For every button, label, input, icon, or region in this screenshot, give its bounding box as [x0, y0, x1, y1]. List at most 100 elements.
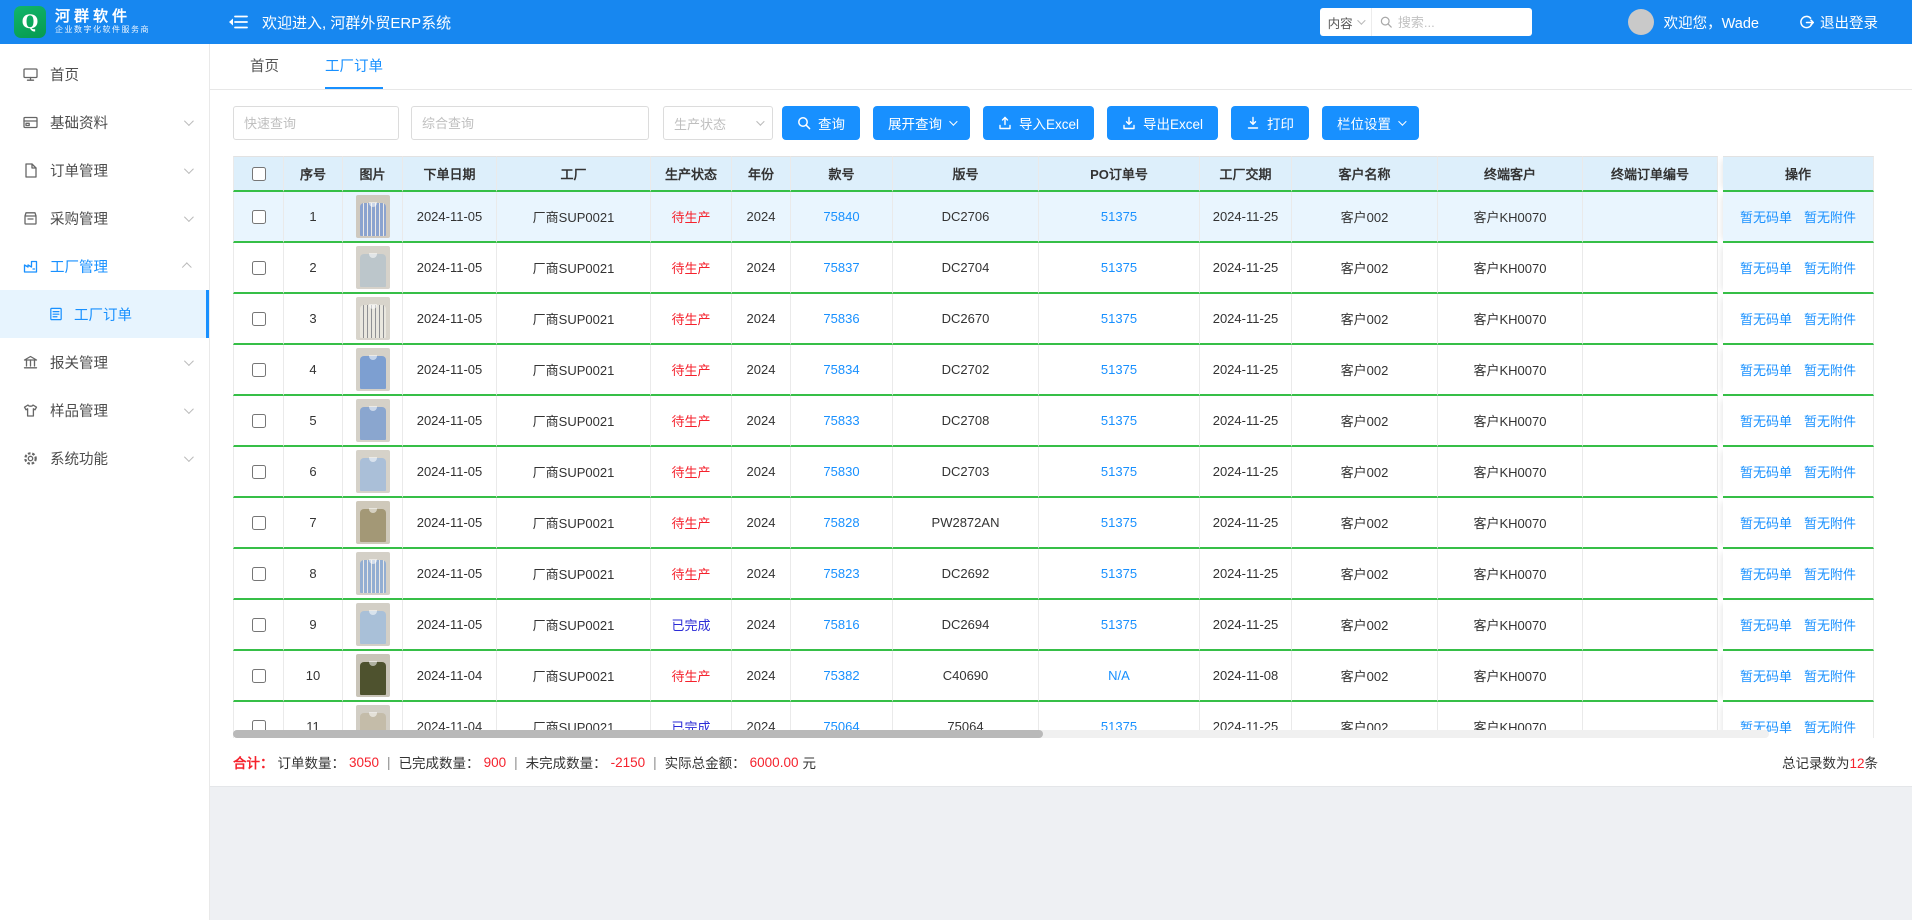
row-checkbox[interactable] — [252, 618, 266, 632]
garment-photo[interactable] — [356, 603, 390, 646]
select-all-checkbox[interactable] — [252, 167, 266, 181]
no-weight-sheet-link[interactable]: 暂无码单 — [1740, 462, 1792, 481]
row-checkbox[interactable] — [252, 363, 266, 377]
tab-home[interactable]: 首页 — [250, 44, 279, 89]
po-no-link[interactable]: 51375 — [1039, 549, 1200, 600]
style-no-link[interactable]: 75828 — [791, 498, 893, 549]
menu-fold-icon[interactable] — [228, 14, 248, 30]
no-attachment-link[interactable]: 暂无附件 — [1804, 615, 1856, 634]
sidebar-item-order-mgmt[interactable]: 订单管理 — [0, 146, 209, 194]
no-attachment-link[interactable]: 暂无附件 — [1804, 411, 1856, 430]
sidebar-item-home[interactable]: 首页 — [0, 50, 209, 98]
row-checkbox[interactable] — [252, 669, 266, 683]
no-attachment-link[interactable]: 暂无附件 — [1804, 513, 1856, 532]
combined-search-input[interactable] — [411, 106, 649, 140]
style-no-link[interactable]: 75833 — [791, 396, 893, 447]
production-status-select[interactable]: 生产状态 — [663, 106, 773, 140]
no-attachment-link[interactable]: 暂无附件 — [1804, 717, 1856, 736]
po-no-link[interactable]: 51375 — [1039, 600, 1200, 651]
no-attachment-link[interactable]: 暂无附件 — [1804, 666, 1856, 685]
garment-photo[interactable] — [356, 297, 390, 340]
po-no-link[interactable]: 51375 — [1039, 243, 1200, 294]
no-weight-sheet-link[interactable]: 暂无码单 — [1740, 564, 1792, 583]
sidebar-item-purchase-mgmt[interactable]: 采购管理 — [0, 194, 209, 242]
sidebar-item-system-functions[interactable]: 系统功能 — [0, 434, 209, 482]
cell-image[interactable] — [343, 192, 403, 243]
table-row[interactable]: 3 2024-11-05 厂商SUP0021 待生产 2024 75836 DC… — [233, 294, 1879, 345]
cell-image[interactable] — [343, 549, 403, 600]
export-excel-button[interactable]: 导出Excel — [1107, 106, 1218, 140]
po-no-link[interactable]: 51375 — [1039, 396, 1200, 447]
table-row[interactable]: 9 2024-11-05 厂商SUP0021 已完成 2024 75816 DC… — [233, 600, 1879, 651]
row-checkbox[interactable] — [252, 312, 266, 326]
cell-image[interactable] — [343, 447, 403, 498]
quick-search-input[interactable] — [233, 106, 399, 140]
no-weight-sheet-link[interactable]: 暂无码单 — [1740, 360, 1792, 379]
style-no-link[interactable]: 75836 — [791, 294, 893, 345]
table-row[interactable]: 7 2024-11-05 厂商SUP0021 待生产 2024 75828 PW… — [233, 498, 1879, 549]
row-checkbox[interactable] — [252, 414, 266, 428]
sidebar-item-factory-mgmt[interactable]: 工厂管理 — [0, 242, 209, 290]
expand-query-button[interactable]: 展开查询 — [873, 106, 970, 140]
no-weight-sheet-link[interactable]: 暂无码单 — [1740, 207, 1792, 226]
no-attachment-link[interactable]: 暂无附件 — [1804, 207, 1856, 226]
cell-image[interactable] — [343, 396, 403, 447]
po-no-link[interactable]: 51375 — [1039, 192, 1200, 243]
cell-image[interactable] — [343, 651, 403, 702]
no-weight-sheet-link[interactable]: 暂无码单 — [1740, 513, 1792, 532]
column-settings-button[interactable]: 栏位设置 — [1322, 106, 1419, 140]
no-weight-sheet-link[interactable]: 暂无码单 — [1740, 309, 1792, 328]
style-no-link[interactable]: 75834 — [791, 345, 893, 396]
row-checkbox[interactable] — [252, 210, 266, 224]
user-avatar[interactable] — [1628, 9, 1654, 35]
garment-photo[interactable] — [356, 246, 390, 289]
sidebar-item-factory-orders[interactable]: 工厂订单 — [0, 290, 209, 338]
sidebar-item-customs-mgmt[interactable]: 报关管理 — [0, 338, 209, 386]
garment-photo[interactable] — [356, 348, 390, 391]
row-checkbox[interactable] — [252, 516, 266, 530]
header-search-input[interactable] — [1398, 15, 1524, 30]
cell-image[interactable] — [343, 498, 403, 549]
no-weight-sheet-link[interactable]: 暂无码单 — [1740, 411, 1792, 430]
garment-photo[interactable] — [356, 501, 390, 544]
garment-photo[interactable] — [356, 552, 390, 595]
garment-photo[interactable] — [356, 450, 390, 493]
po-no-link[interactable]: 51375 — [1039, 345, 1200, 396]
cell-image[interactable] — [343, 345, 403, 396]
table-row[interactable]: 8 2024-11-05 厂商SUP0021 待生产 2024 75823 DC… — [233, 549, 1879, 600]
row-checkbox[interactable] — [252, 465, 266, 479]
style-no-link[interactable]: 75840 — [791, 192, 893, 243]
cell-image[interactable] — [343, 243, 403, 294]
no-weight-sheet-link[interactable]: 暂无码单 — [1740, 615, 1792, 634]
no-attachment-link[interactable]: 暂无附件 — [1804, 309, 1856, 328]
tab-factory-orders[interactable]: 工厂订单 — [325, 44, 383, 89]
style-no-link[interactable]: 75837 — [791, 243, 893, 294]
table-row[interactable]: 2 2024-11-05 厂商SUP0021 待生产 2024 75837 DC… — [233, 243, 1879, 294]
no-weight-sheet-link[interactable]: 暂无码单 — [1740, 666, 1792, 685]
sidebar-item-sample-mgmt[interactable]: 样品管理 — [0, 386, 209, 434]
po-no-link[interactable]: 51375 — [1039, 294, 1200, 345]
table-row[interactable]: 5 2024-11-05 厂商SUP0021 待生产 2024 75833 DC… — [233, 396, 1879, 447]
garment-photo[interactable] — [356, 399, 390, 442]
no-weight-sheet-link[interactable]: 暂无码单 — [1740, 258, 1792, 277]
no-attachment-link[interactable]: 暂无附件 — [1804, 462, 1856, 481]
cell-image[interactable] — [343, 600, 403, 651]
po-no-link[interactable]: 51375 — [1039, 498, 1200, 549]
query-button[interactable]: 查询 — [782, 106, 860, 140]
table-row[interactable]: 4 2024-11-05 厂商SUP0021 待生产 2024 75834 DC… — [233, 345, 1879, 396]
po-no-link[interactable]: N/A — [1039, 651, 1200, 702]
print-button[interactable]: 打印 — [1231, 106, 1309, 140]
horizontal-scrollbar[interactable] — [233, 730, 1769, 738]
logout-button[interactable]: 退出登录 — [1799, 12, 1878, 33]
row-checkbox[interactable] — [252, 261, 266, 275]
style-no-link[interactable]: 75830 — [791, 447, 893, 498]
style-no-link[interactable]: 75823 — [791, 549, 893, 600]
scrollbar-thumb[interactable] — [233, 730, 1043, 738]
no-attachment-link[interactable]: 暂无附件 — [1804, 258, 1856, 277]
style-no-link[interactable]: 75382 — [791, 651, 893, 702]
cell-image[interactable] — [343, 294, 403, 345]
table-row[interactable]: 6 2024-11-05 厂商SUP0021 待生产 2024 75830 DC… — [233, 447, 1879, 498]
no-attachment-link[interactable]: 暂无附件 — [1804, 564, 1856, 583]
table-row[interactable]: 1 2024-11-05 厂商SUP0021 待生产 2024 75840 DC… — [233, 192, 1879, 243]
table-row[interactable]: 10 2024-11-04 厂商SUP0021 待生产 2024 75382 C… — [233, 651, 1879, 702]
